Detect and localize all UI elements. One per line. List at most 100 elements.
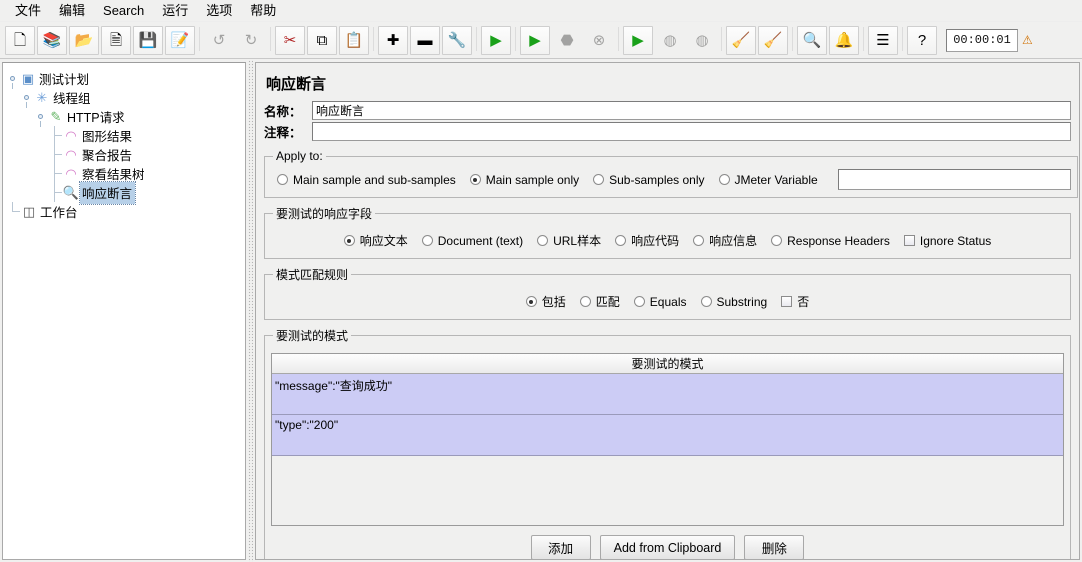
- radio-button-icon[interactable]: [771, 235, 783, 246]
- table-row[interactable]: "message":"查询成功": [272, 374, 1063, 415]
- tree-node-图形结果[interactable]: ◠ 图形结果: [3, 126, 245, 145]
- delete-button[interactable]: 删除: [744, 535, 805, 559]
- radio-button-icon[interactable]: [693, 235, 705, 246]
- field-radio-响应信息[interactable]: 响应信息: [693, 232, 757, 249]
- expand-all-icon[interactable]: ✚: [378, 25, 408, 55]
- radio-button-icon[interactable]: [593, 174, 605, 185]
- radio-button-icon[interactable]: [525, 296, 537, 307]
- patterns-table-header[interactable]: 要测试的模式: [272, 354, 1063, 374]
- toolbar-separator: [860, 27, 867, 53]
- comment-input[interactable]: [312, 122, 1071, 141]
- test-plan-icon: ▣: [21, 71, 35, 86]
- clear-all-icon[interactable]: 🧹: [758, 25, 788, 55]
- tree-node-聚合报告[interactable]: ◠ 聚合报告: [3, 145, 245, 164]
- paste-icon[interactable]: 📋: [339, 25, 369, 55]
- field-radio-响应文本[interactable]: 响应文本: [343, 232, 408, 249]
- checkbox-icon[interactable]: [903, 235, 915, 246]
- tree-node-HTTP请求[interactable]: ✎ HTTP请求: [3, 107, 245, 127]
- menu-item-运行[interactable]: 运行: [153, 1, 197, 21]
- new-icon[interactable]: 🗋: [5, 25, 35, 55]
- table-row[interactable]: "type":"200": [272, 415, 1063, 456]
- field-radio-Document (text)[interactable]: Document (text): [421, 234, 523, 248]
- ignore-status-checkbox[interactable]: Ignore Status: [903, 234, 991, 248]
- jmeter-variable-input[interactable]: [837, 169, 1071, 190]
- radio-button-icon[interactable]: [615, 235, 627, 246]
- radio-button-icon[interactable]: [718, 174, 730, 185]
- search-icon-glyph: 🔍: [802, 31, 822, 49]
- patterns-table[interactable]: 要测试的模式 "message":"查询成功" "type":"200": [271, 353, 1064, 526]
- tree-node-线程组[interactable]: ✳ 线程组: [3, 88, 245, 108]
- checkbox-icon[interactable]: [781, 296, 793, 307]
- tree-expand-handle-icon[interactable]: [35, 111, 46, 127]
- cut-icon[interactable]: ✂: [275, 25, 305, 55]
- patterns-table-body[interactable]: "message":"查询成功" "type":"200": [272, 374, 1063, 456]
- field-radio-响应代码[interactable]: 响应代码: [615, 232, 679, 249]
- radio-button-icon[interactable]: [579, 296, 591, 307]
- collapse-all-icon[interactable]: ▬: [410, 25, 440, 55]
- split-divider-grip[interactable]: [248, 60, 253, 562]
- tree-node-label[interactable]: 工作台: [38, 201, 81, 223]
- rule-radio-包括[interactable]: 包括: [525, 293, 566, 310]
- tree-node-察看结果树[interactable]: ◠ 察看结果树: [3, 164, 245, 183]
- menu-item-帮助[interactable]: 帮助: [241, 1, 285, 21]
- apply-to-radio-JMeter Variable[interactable]: JMeter Variable: [718, 173, 818, 187]
- save-icon-glyph: 💾: [138, 31, 158, 49]
- menu-item-文件[interactable]: 文件: [6, 1, 50, 21]
- jmeter-window: 文件 编辑 Search 运行 选项 帮助 🗋 📚 📂 🗎 💾 📝 ↺ ↻ ✂ ⧉ 📋 ✚ ▬ 🔧 ▶ ▶ ⬣ ⊗ ▶ ◍ ◍ 🧹 🧹…: [0, 0, 1082, 562]
- rule-radio-匹配[interactable]: 匹配: [579, 293, 620, 310]
- start-icon[interactable]: ▶: [481, 25, 511, 55]
- apply-to-radio-Main sample and sub-samples[interactable]: Main sample and sub-samples: [277, 173, 456, 187]
- radio-button-icon[interactable]: [700, 296, 712, 307]
- test-plan-tree-panel[interactable]: ▣ 测试计划 ✳ 线程组 ✎ HTTP请求 ◠ 图形结果 ◠ 聚合报告 ◠ 察看结果树 🔍 响应断言 ◫ 工作…: [2, 62, 246, 560]
- option-label: Sub-samples only: [609, 172, 705, 187]
- save-icon[interactable]: 💾: [133, 25, 163, 55]
- tree-node-label[interactable]: 响应断言: [78, 180, 137, 205]
- apply-to-radio-Sub-samples only[interactable]: Sub-samples only: [593, 172, 705, 187]
- remote-start-icon[interactable]: ▶: [623, 25, 653, 55]
- add-button[interactable]: 添加: [530, 535, 591, 559]
- save-as-icon[interactable]: 📝: [165, 25, 195, 55]
- field-radio-URL样本[interactable]: URL样本: [537, 232, 601, 249]
- radio-button-icon[interactable]: [633, 296, 645, 307]
- menu-item-选项[interactable]: 选项: [197, 1, 241, 21]
- split-divider[interactable]: [246, 60, 255, 562]
- menu-item-编辑[interactable]: 编辑: [50, 1, 94, 21]
- radio-button-icon[interactable]: [343, 235, 355, 246]
- tree-expand-handle-icon[interactable]: [21, 92, 32, 108]
- radio-button-icon[interactable]: [421, 235, 433, 246]
- radio-button-icon[interactable]: [537, 235, 549, 246]
- rule-radio-Substring[interactable]: Substring: [700, 295, 767, 309]
- toggle-icon[interactable]: 🔧: [442, 25, 472, 55]
- tree-expand-handle-icon[interactable]: [7, 73, 18, 89]
- help-icon[interactable]: ?: [907, 25, 937, 55]
- tree-node-响应断言[interactable]: 🔍 响应断言: [3, 180, 245, 205]
- search-icon[interactable]: 🔍: [797, 25, 827, 55]
- name-input[interactable]: 响应断言: [312, 101, 1071, 120]
- rule-radio-Equals[interactable]: Equals: [633, 295, 687, 309]
- tree-node-测试计划[interactable]: ▣ 测试计划: [3, 69, 245, 89]
- start-no-pauses-icon[interactable]: ▶: [520, 25, 550, 55]
- table-cell-pattern[interactable]: "message":"查询成功": [275, 377, 392, 394]
- close-icon[interactable]: 🗎: [101, 25, 131, 55]
- open-icon[interactable]: 📂: [69, 25, 99, 55]
- option-label: 包括: [541, 295, 566, 309]
- templates-icon[interactable]: 📚: [37, 25, 67, 55]
- search-reset-icon[interactable]: 🔔: [829, 25, 859, 55]
- copy-icon[interactable]: ⧉: [307, 25, 337, 55]
- field-radio-Response Headers[interactable]: Response Headers: [771, 234, 890, 248]
- radio-button-icon[interactable]: [469, 174, 481, 185]
- radio-button-icon[interactable]: [277, 174, 288, 185]
- apply-to-radio-Main sample only[interactable]: Main sample only: [469, 173, 579, 187]
- table-cell-pattern[interactable]: "type":"200": [275, 418, 338, 432]
- function-helper-icon[interactable]: ☰: [868, 25, 898, 55]
- tree-node-工作台[interactable]: ◫ 工作台: [3, 202, 245, 221]
- clear-icon[interactable]: 🧹: [726, 25, 756, 55]
- tree-connector-line: [49, 145, 62, 164]
- patterns-table-empty-area[interactable]: [272, 456, 1063, 525]
- menu-item-Search[interactable]: Search: [94, 1, 153, 21]
- add-from-clipboard-button[interactable]: Add from Clipboard: [599, 535, 736, 559]
- field-to-test-legend: 要测试的响应字段: [276, 207, 373, 221]
- stop-icon: ⬣: [552, 26, 582, 55]
- not-checkbox[interactable]: 否: [781, 293, 809, 310]
- test-plan-tree[interactable]: ▣ 测试计划 ✳ 线程组 ✎ HTTP请求 ◠ 图形结果 ◠ 聚合报告 ◠ 察看结果树 🔍 响应断言 ◫ 工作…: [3, 63, 245, 221]
